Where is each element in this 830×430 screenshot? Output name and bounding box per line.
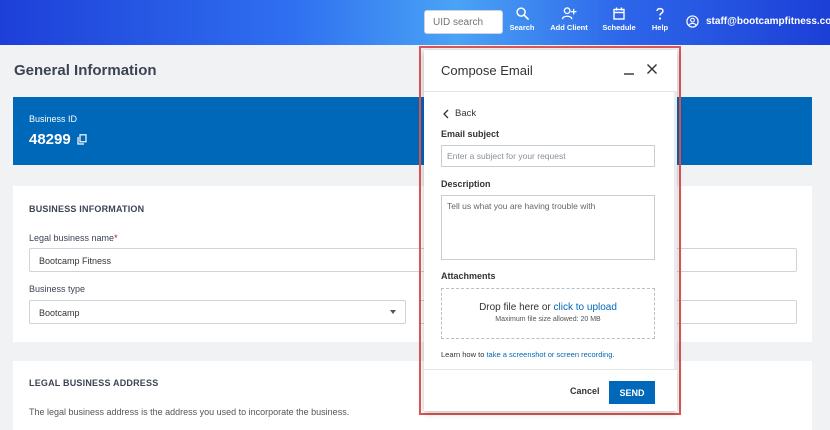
add-user-icon <box>561 7 577 20</box>
nav-add-client-label: Add Client <box>550 23 588 32</box>
nav-help-label: Help <box>651 23 669 32</box>
learn-suffix: . <box>612 350 615 359</box>
max-file-size-text: Maximum file size allowed: 20 MB <box>495 316 601 323</box>
close-icon[interactable] <box>646 63 658 75</box>
nav-schedule-label: Schedule <box>602 23 636 32</box>
business-type-select[interactable]: Bootcamp <box>29 300 406 324</box>
screenshot-help-link[interactable]: take a screenshot or screen recording <box>486 350 612 359</box>
description-label: Description <box>441 179 491 189</box>
nav-add-client-button[interactable]: Add Client <box>549 7 589 32</box>
required-mark: * <box>114 233 118 243</box>
email-subject-label: Email subject <box>441 129 500 139</box>
compose-email-modal: Compose Email Back Email subject Descrip… <box>424 50 677 411</box>
business-information-card: BUSINESS INFORMATION Legal business name… <box>13 186 812 342</box>
description-textarea[interactable] <box>441 195 655 260</box>
back-link[interactable]: Back <box>443 108 476 119</box>
file-drop-zone[interactable]: Drop file here or click to upload Maximu… <box>441 288 655 339</box>
modal-scrollbar[interactable] <box>674 92 677 369</box>
learn-how-text: Learn how to take a screenshot or screen… <box>441 350 614 359</box>
business-type-label: Business type <box>29 284 86 294</box>
user-menu[interactable]: staff@bootcampfitness.com <box>686 15 830 28</box>
nav-help-button[interactable]: Help <box>650 7 670 32</box>
legal-name-value: Bootcamp Fitness <box>39 256 112 266</box>
nav-schedule-button[interactable]: Schedule <box>601 7 637 32</box>
legal-business-address-card: LEGAL BUSINESS ADDRESS The legal busines… <box>13 361 812 430</box>
business-id-value: 48299 <box>29 131 71 148</box>
legal-address-title: LEGAL BUSINESS ADDRESS <box>29 378 159 388</box>
modal-title: Compose Email <box>441 63 533 78</box>
top-navigation-bar: Search Add Client Schedule Help <box>0 0 830 45</box>
nav-search-label: Search <box>509 23 535 32</box>
business-information-title: BUSINESS INFORMATION <box>29 204 145 214</box>
user-email: staff@bootcampfitness.com <box>706 16 830 27</box>
legal-name-label: Legal business name* <box>29 233 118 243</box>
modal-footer: Cancel SEND <box>424 369 677 411</box>
nav-search-button[interactable]: Search <box>509 7 535 32</box>
back-label: Back <box>455 108 477 119</box>
cancel-button[interactable]: Cancel <box>570 386 600 396</box>
business-id-value-row: 48299 <box>29 131 87 148</box>
attachments-label: Attachments <box>441 271 496 281</box>
chevron-left-icon <box>443 109 449 118</box>
learn-prefix: Learn how to <box>441 350 485 359</box>
help-icon <box>656 7 664 20</box>
page-title: General Information <box>14 62 157 79</box>
modal-header: Compose Email <box>424 50 677 92</box>
chevron-down-icon <box>390 310 396 314</box>
search-icon <box>515 7 529 20</box>
legal-address-description: The legal business address is the addres… <box>29 407 350 417</box>
legal-name-input[interactable]: Bootcamp Fitness <box>29 248 797 272</box>
business-id-label: Business ID <box>29 114 78 124</box>
drop-zone-text: Drop file here or click to upload <box>442 302 654 313</box>
email-subject-input[interactable] <box>441 145 655 167</box>
business-id-card: Business ID 48299 <box>13 97 812 165</box>
upload-link[interactable]: click to upload <box>554 302 617 313</box>
send-button[interactable]: SEND <box>609 381 655 404</box>
calendar-icon <box>613 7 625 20</box>
user-avatar-icon <box>686 15 699 28</box>
uid-search-input[interactable] <box>424 10 503 34</box>
minimize-icon[interactable] <box>623 64 635 76</box>
copy-icon[interactable] <box>77 134 87 145</box>
business-type-value: Bootcamp <box>39 308 80 318</box>
drop-text: Drop file here or <box>479 302 551 313</box>
legal-name-label-text: Legal business name <box>29 233 115 243</box>
